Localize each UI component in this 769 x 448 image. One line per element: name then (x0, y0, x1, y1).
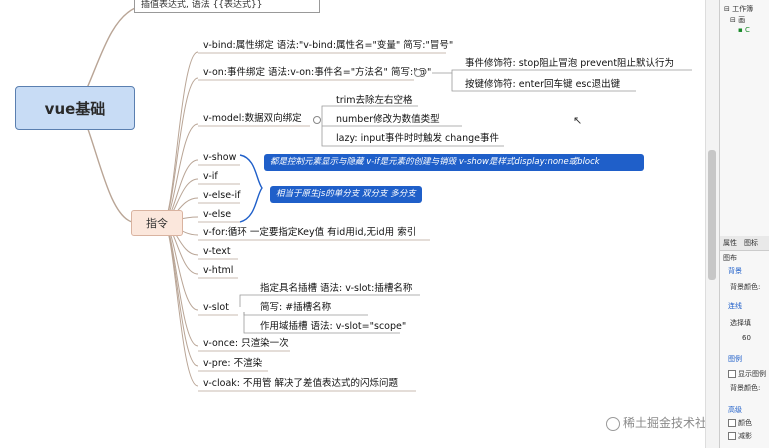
panel-tabs: 属性 图标 (720, 236, 769, 251)
show-legend-checkbox[interactable]: 显示图例 (728, 369, 766, 379)
scoped-slot-node[interactable]: 作用域插槽 语法: v-slot="scope" (260, 321, 406, 333)
collapse-toggle-icon[interactable] (414, 69, 422, 77)
directive-v-if[interactable]: v-if (203, 171, 218, 183)
number-modifier-node[interactable]: number修改为数值类型 (336, 114, 440, 126)
directive-v-show[interactable]: v-show (203, 152, 236, 164)
directive-v-text[interactable]: v-text (203, 246, 231, 258)
shadow-checkbox[interactable]: 减影 (728, 431, 752, 441)
watermark-text: 稀土掘金技术社区 (623, 416, 705, 430)
lazy-modifier-node[interactable]: lazy: input事件时时触发 change事件 (336, 133, 499, 145)
shadow-checkbox-label: 减影 (738, 432, 752, 440)
directive-v-else[interactable]: v-else (203, 209, 231, 221)
mouse-cursor-icon: ↖ (573, 114, 583, 127)
directive-v-html[interactable]: v-html (203, 265, 233, 277)
collapse-toggle-icon[interactable] (313, 116, 321, 124)
label-legend-bg: 背景颜色: (730, 384, 761, 392)
value-60[interactable]: 60 (742, 334, 751, 342)
slot-shorthand-node[interactable]: 简写: #插槽名称 (260, 302, 331, 314)
tab-properties[interactable]: 属性 (723, 238, 737, 248)
named-slot-node[interactable]: 指定具名插槽 语法: v-slot:插槽名称 (260, 283, 412, 295)
label-legend: 图例 (728, 355, 742, 363)
directives-topic-label: 指令 (146, 217, 168, 230)
trim-modifier-node[interactable]: trim去除左右空格 (336, 95, 413, 107)
label-select-fill[interactable]: 选择填 (730, 318, 751, 328)
root-topic-label: vue基础 (44, 99, 106, 118)
directive-v-model[interactable]: v-model:数据双向绑定 (203, 113, 302, 125)
directive-v-for[interactable]: v-for:循环 一定要指定Key值 有id用id,无id用 索引 (203, 227, 416, 239)
mindmap-canvas[interactable]: 插值表达式, 语法 {{表达式}} vue基础 指令 v-bind:属性绑定 语… (0, 0, 705, 448)
label-lines: 连线 (728, 302, 742, 310)
interpolation-node[interactable]: 插值表达式, 语法 {{表达式}} (134, 0, 320, 13)
directive-v-once[interactable]: v-once: 只渲染一次 (203, 338, 289, 350)
tree-item-label: C (744, 26, 750, 34)
root-topic[interactable]: vue基础 (15, 86, 135, 130)
directive-v-bind[interactable]: v-bind:属性绑定 语法:"v-bind:属性名="变量" 简写:"冒号" (203, 40, 453, 52)
watermark: 稀土掘金技术社区 (606, 414, 705, 431)
checkbox-icon (728, 370, 736, 378)
scrollbar-thumb[interactable] (708, 150, 716, 280)
checkbox-icon (728, 419, 736, 427)
show-if-callout-text: 都是控制元素显示与隐藏 v-if是元素的创建与销毁 v-show是样式displ… (270, 157, 600, 167)
directive-v-cloak[interactable]: v-cloak: 不用管 解决了差值表达式的闪烁问题 (203, 378, 398, 390)
color-checkbox-label: 颜色 (738, 419, 752, 427)
interpolation-label: 插值表达式, 语法 {{表达式}} (141, 0, 263, 10)
key-modifier-node[interactable]: 按键修饰符: enter回车键 esc退出键 (465, 79, 620, 91)
checkbox-icon (728, 432, 736, 440)
show-legend-label: 显示图例 (738, 370, 766, 378)
directives-topic[interactable]: 指令 (131, 210, 183, 236)
tree-item-label: 画 (738, 16, 746, 24)
tree-item-sheet[interactable]: ⊟ 画 (730, 15, 745, 25)
juejin-logo-icon (606, 416, 620, 431)
label-bg-color: 背景颜色: (730, 283, 761, 291)
show-if-callout[interactable]: 都是控制元素显示与隐藏 v-if是元素的创建与销毁 v-show是样式displ… (264, 154, 644, 171)
event-modifier-node[interactable]: 事件修饰符: stop阻止冒泡 prevent阻止默认行为 (465, 58, 674, 70)
color-checkbox[interactable]: 颜色 (728, 418, 752, 428)
label-advanced: 高级 (728, 406, 742, 414)
directive-v-pre[interactable]: v-pre: 不渲染 (203, 358, 262, 370)
branch-callout[interactable]: 相当于原生js的单分支 双分支 多分支 (270, 186, 422, 203)
label-background: 背景 (728, 267, 742, 275)
panel-section-title: 图布 (723, 254, 737, 262)
directive-v-else-if[interactable]: v-else-if (203, 190, 241, 202)
directive-v-on[interactable]: v-on:事件绑定 语法:v-on:事件名="方法名" 简写:"@" (203, 67, 431, 79)
tree-item-label: 工作簿 (732, 5, 754, 13)
tree-item-workbook[interactable]: ⊟ 工作簿 (724, 4, 753, 14)
branch-callout-text: 相当于原生js的单分支 双分支 多分支 (276, 189, 416, 199)
side-panel: ⊟ 工作簿 ⊟ 画 ▪ C 属性 图标 图布 背景 背景颜色: 连线 选择填 6… (719, 0, 769, 448)
directive-v-slot[interactable]: v-slot (203, 302, 229, 314)
tab-icons[interactable]: 图标 (744, 238, 758, 248)
tree-item-central[interactable]: ▪ C (738, 26, 750, 34)
